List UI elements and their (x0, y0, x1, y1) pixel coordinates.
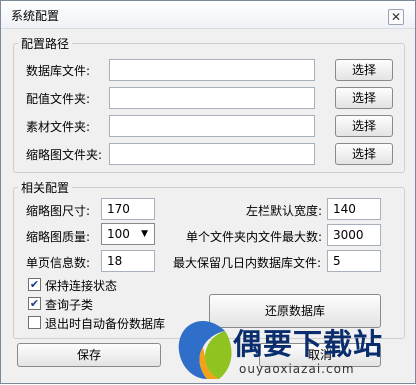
thumb-size-input[interactable]: 170 (101, 198, 155, 220)
keep-alive-label: 保持连接状态 (45, 279, 118, 293)
thumb-folder-choose-button[interactable]: 选择 (335, 143, 393, 165)
db-file-label: 数据库文件: (26, 64, 91, 78)
page-items-label: 单页信息数: (26, 256, 91, 270)
max-files-label: 单个文件夹内文件最大数: (186, 230, 323, 244)
window-title: 系统配置 (11, 9, 60, 23)
config-dialog: 系统配置 ✕ 配置路径 数据库文件: 选择 配值文件夹: 选择 素材文件夹: 选… (0, 0, 416, 384)
site-watermark: 偶要下载站 ouyaoxiazai.com (173, 317, 416, 385)
config-folder-label: 配值文件夹: (26, 92, 91, 106)
auto-backup-checkbox[interactable] (28, 316, 41, 329)
max-days-input[interactable]: 5 (327, 250, 381, 272)
settings-legend: 相关配置 (21, 181, 70, 195)
material-folder-label: 素材文件夹: (26, 120, 91, 134)
paths-legend: 配置路径 (21, 37, 70, 51)
title-bar: 系统配置 ✕ (1, 1, 415, 29)
keep-alive-checkbox[interactable]: ✔ (28, 278, 41, 291)
thumb-quality-select[interactable]: 100 ▼ (101, 223, 155, 245)
material-folder-choose-button[interactable]: 选择 (335, 115, 393, 137)
thumb-quality-value: 100 (107, 227, 130, 241)
chevron-down-icon: ▼ (141, 229, 148, 239)
thumb-size-label: 缩略图尺寸: (26, 204, 91, 218)
config-folder-input[interactable] (109, 87, 315, 109)
db-file-input[interactable] (109, 59, 315, 81)
save-button[interactable]: 保存 (17, 343, 161, 367)
close-button[interactable]: ✕ (388, 9, 404, 25)
db-file-choose-button[interactable]: 选择 (335, 59, 393, 81)
watermark-url: ouyaoxiazai.com (239, 362, 355, 376)
thumb-folder-input[interactable] (109, 143, 315, 165)
close-icon: ✕ (390, 10, 402, 24)
check-icon: ✔ (29, 297, 40, 310)
site-logo-icon (178, 321, 232, 379)
thumb-folder-label: 缩略图文件夹: (26, 148, 103, 162)
query-sub-checkbox[interactable]: ✔ (28, 297, 41, 310)
page-items-input[interactable]: 18 (101, 250, 155, 272)
thumb-quality-label: 缩略图质量: (26, 230, 91, 244)
check-icon: ✔ (29, 278, 40, 291)
config-folder-choose-button[interactable]: 选择 (335, 87, 393, 109)
query-sub-label: 查询子类 (45, 298, 94, 312)
material-folder-input[interactable] (109, 115, 315, 137)
max-files-input[interactable]: 3000 (327, 224, 381, 246)
watermark-text: 偶要下载站 (233, 327, 384, 361)
auto-backup-label: 退出时自动备份数据库 (45, 317, 166, 331)
left-width-input[interactable]: 140 (327, 198, 381, 220)
max-days-label: 最大保留几日内数据库文件: (173, 256, 322, 270)
left-width-label: 左栏默认宽度: (246, 204, 323, 218)
